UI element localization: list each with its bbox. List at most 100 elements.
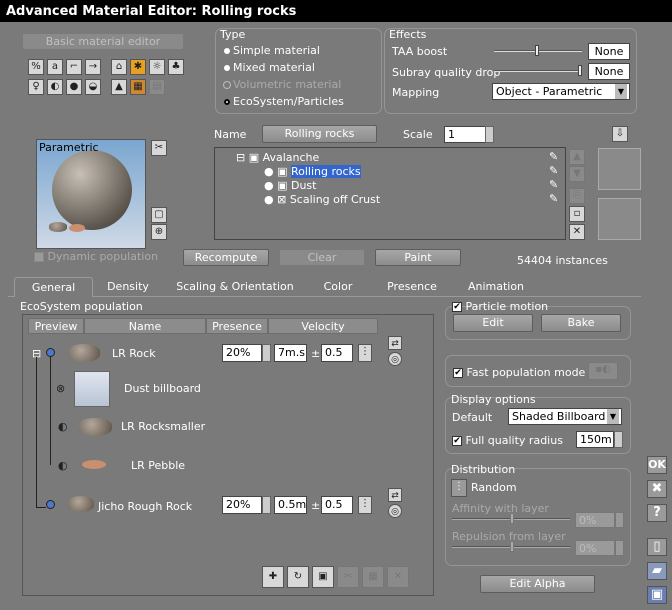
row-name[interactable]: Jicho Rough Rock	[98, 500, 192, 513]
help-button[interactable]: ?	[647, 504, 667, 522]
save-icon[interactable]: ▣	[647, 586, 667, 604]
open-folder-icon[interactable]: ▰	[647, 562, 667, 580]
highlight-icon[interactable]: ✱	[130, 59, 146, 75]
taa-label: TAA boost	[392, 45, 448, 58]
tree-item-scaling[interactable]: ● ⊠ Scaling off Crust	[264, 193, 380, 206]
presence-input[interactable]: 20%	[222, 344, 262, 362]
detach-icon[interactable]: ✂	[151, 140, 167, 156]
edit-alpha-button[interactable]: Edit Alpha	[480, 575, 595, 593]
taa-value[interactable]: None	[588, 43, 630, 60]
zoom-icon[interactable]: ⊕	[151, 224, 167, 240]
variance-input[interactable]: 0.5	[321, 496, 353, 514]
swatch-top[interactable]	[598, 148, 641, 190]
person-icon[interactable]: ♣	[168, 59, 184, 75]
tab-color[interactable]: Color	[305, 277, 371, 297]
row-name[interactable]: LR Rocksmaller	[121, 420, 205, 433]
light-icon[interactable]: ☼	[149, 59, 165, 75]
radio-mixed[interactable]: Mixed material	[224, 61, 315, 74]
tab-animation[interactable]: Animation	[460, 277, 532, 297]
tab-scaling[interactable]: Scaling & Orientation	[168, 277, 302, 297]
col-presence[interactable]: Presence	[206, 318, 268, 334]
full-quality-spinner[interactable]	[614, 431, 623, 448]
default-select[interactable]: Shaded Billboard ▼	[508, 408, 622, 425]
basic-material-editor-button[interactable]: Basic material editor	[22, 33, 184, 50]
helmet-icon[interactable]: ◒	[85, 79, 101, 95]
fast-population-checkbox[interactable]: Fast population mode	[453, 366, 585, 379]
tree-root[interactable]: ⊟ ▣ Avalanche	[236, 151, 319, 164]
new-document-icon[interactable]: ▯	[647, 538, 667, 556]
refresh-icon[interactable]: ◎	[388, 504, 402, 518]
settings-icon[interactable]: ⋮	[358, 344, 372, 362]
box-icon[interactable]: ▣	[312, 566, 334, 588]
close-icon[interactable]: ✖	[647, 480, 667, 498]
radio-ecosystem[interactable]: EcoSystem/Particles	[224, 95, 344, 108]
grid-icon: ▦	[362, 566, 384, 588]
ok-button[interactable]: OK	[647, 456, 667, 474]
name-value[interactable]: Rolling rocks	[262, 125, 377, 143]
move-up-icon: ▲	[569, 149, 585, 165]
chevron-down-icon: ▼	[615, 84, 627, 99]
col-name[interactable]: Name	[84, 318, 206, 334]
affinity-input: 0%	[575, 512, 615, 528]
random-label: Random	[471, 481, 517, 494]
trash-icon[interactable]: ✕	[569, 224, 585, 240]
subray-slider-thumb[interactable]	[578, 65, 582, 76]
col-velocity[interactable]: Velocity	[268, 318, 378, 334]
load-icon[interactable]: ⇩	[612, 126, 628, 142]
film-icon[interactable]: ▦	[130, 79, 146, 95]
presence-spinner[interactable]	[262, 496, 271, 514]
tree-item-dust[interactable]: ● ▣ Dust	[264, 179, 316, 192]
full-quality-checkbox[interactable]: Full quality radius	[452, 434, 563, 447]
tab-general[interactable]: General	[14, 277, 93, 297]
terrain-icon[interactable]: ▲	[111, 79, 127, 95]
paint-button[interactable]: Paint	[375, 249, 461, 266]
replace-icon[interactable]: ↻	[287, 566, 309, 588]
subray-value[interactable]: None	[588, 63, 630, 80]
subray-slider[interactable]	[494, 70, 582, 72]
presence-input[interactable]: 20%	[222, 496, 262, 514]
add-object-icon[interactable]: ✚	[262, 566, 284, 588]
swap-icon[interactable]: ⇄	[388, 336, 402, 350]
tab-density[interactable]: Density	[95, 277, 161, 297]
row-name[interactable]: Dust billboard	[124, 382, 201, 395]
mapping-select[interactable]: Object - Parametric ▼	[492, 83, 630, 100]
bake-button[interactable]: Bake	[541, 314, 621, 332]
row-name[interactable]: LR Rock	[112, 347, 156, 360]
cube-icon[interactable]: ▢	[151, 207, 167, 223]
velocity-input[interactable]: 7m.s	[274, 344, 307, 362]
variance-input[interactable]: 0.5	[321, 344, 353, 362]
swatch-bottom[interactable]	[598, 198, 641, 240]
rocksmaller-thumbnail	[78, 418, 112, 436]
figure-icon[interactable]: ♀	[28, 79, 44, 95]
refresh-icon[interactable]: ◎	[388, 352, 402, 366]
velocity-input[interactable]: 0.5m	[274, 496, 307, 514]
settings-icon[interactable]: ⋮	[358, 496, 372, 514]
arrow-icon[interactable]: →	[85, 59, 101, 75]
bump-icon[interactable]: %	[28, 59, 44, 75]
globe-icon[interactable]: ●	[66, 79, 82, 95]
full-quality-input[interactable]: 150m	[576, 431, 614, 448]
preview-label: Parametric	[39, 141, 99, 154]
random-icon[interactable]: ⋮	[451, 479, 467, 497]
edit-pen-icon[interactable]: ✎	[549, 164, 558, 177]
tree-item-rolling-rocks[interactable]: ● ▣ Rolling rocks	[264, 165, 361, 178]
radio-simple[interactable]: Simple material	[224, 44, 320, 57]
new-icon[interactable]: ▫	[569, 206, 585, 222]
taa-slider-thumb[interactable]	[535, 45, 539, 56]
col-preview[interactable]: Preview	[28, 318, 84, 334]
edit-button[interactable]: Edit	[453, 314, 533, 332]
edit-pen-icon[interactable]: ✎	[549, 178, 558, 191]
swap-icon[interactable]: ⇄	[388, 488, 402, 502]
scale-spinner[interactable]	[485, 126, 494, 143]
row-name[interactable]: LR Pebble	[131, 459, 185, 472]
presence-spinner[interactable]	[262, 344, 271, 362]
graph-icon[interactable]: ⌂	[111, 59, 127, 75]
recompute-button[interactable]: Recompute	[183, 249, 269, 266]
edit-pen-icon[interactable]: ✎	[549, 192, 558, 205]
sphere-icon[interactable]: ◐	[47, 79, 63, 95]
edit-pen-icon[interactable]: ✎	[549, 150, 558, 163]
tab-presence[interactable]: Presence	[378, 277, 446, 297]
text-icon[interactable]: a	[47, 59, 63, 75]
brush-icon[interactable]: ⌐	[66, 59, 82, 75]
particle-motion-checkbox[interactable]: Particle motion	[452, 300, 548, 313]
